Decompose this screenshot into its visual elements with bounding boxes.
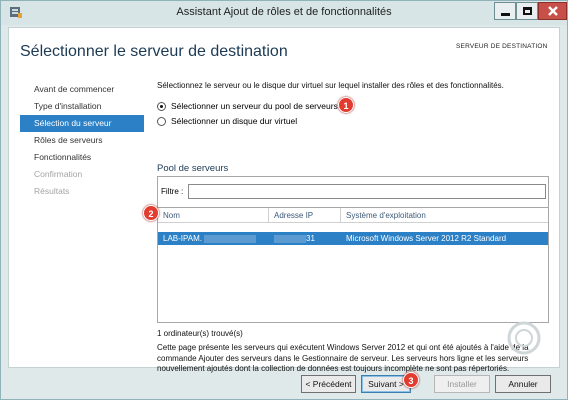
nav-item-installation-type[interactable]: Type d'installation (20, 98, 144, 115)
callout-marker-3: 3 (403, 372, 419, 388)
row-name-cell: LAB-IPAM. (158, 232, 269, 245)
radio-server-pool-label: Sélectionner un serveur du pool de serve… (171, 101, 338, 111)
row-ip: 31 (306, 234, 315, 243)
radio-button-unchecked[interactable] (157, 116, 166, 126)
nav-item-results: Résultats (34, 186, 70, 196)
callout-marker-2: 2 (143, 205, 159, 221)
nav-item-confirmation: Confirmation (34, 169, 83, 179)
radio-button-checked[interactable] (157, 101, 166, 111)
callout-marker-1: 1 (338, 97, 354, 113)
nav-item-before-you-begin[interactable]: Avant de commencer (20, 81, 144, 98)
table-row[interactable]: LAB-IPAM. 31 Microsoft Windows Server 20… (158, 232, 548, 245)
redacted-text (203, 234, 256, 243)
column-operating-system[interactable]: Système d'exploitation (341, 208, 548, 222)
filter-row: Filtre : (161, 184, 547, 199)
server-grid-header: Nom Adresse IP Système d'exploitation (158, 207, 548, 223)
nav-item-server-roles[interactable]: Rôles de serveurs (20, 132, 144, 149)
destination-server-value (456, 53, 552, 62)
row-os: Microsoft Windows Server 2012 R2 Standar… (346, 234, 507, 243)
column-ip-address[interactable]: Adresse IP (269, 208, 341, 222)
row-ip-cell: 31 (269, 232, 341, 245)
radio-virtual-disk[interactable]: Sélectionner un disque dur virtuel (157, 116, 297, 126)
destination-server-label: SERVEUR DE DESTINATION (456, 43, 548, 50)
radio-virtual-disk-label: Sélectionner un disque dur virtuel (171, 116, 298, 126)
nav-item-server-selection[interactable]: Sélection du serveur (20, 115, 144, 132)
redacted-text (274, 234, 306, 243)
cancel-button[interactable]: Annuler (495, 375, 551, 393)
previous-button[interactable]: < Précédent (301, 375, 356, 393)
install-button: Installer (434, 375, 490, 393)
server-pool-heading: Pool de serveurs (157, 163, 229, 174)
wizard-window: Assistant Ajout de rôles et de fonctionn… (0, 0, 568, 400)
server-pool-panel: Filtre : Nom Adresse IP Système d'exploi… (157, 176, 549, 323)
radio-server-pool[interactable]: Sélectionner un serveur du pool de serve… (157, 101, 338, 111)
column-name[interactable]: Nom (158, 208, 269, 222)
found-count: 1 ordinateur(s) trouvé(s) (157, 329, 243, 338)
row-name: LAB-IPAM. (163, 234, 202, 243)
filter-label: Filtre : (161, 187, 184, 196)
maximize-icon (522, 7, 532, 15)
minimize-icon (500, 12, 510, 16)
close-button[interactable] (538, 2, 567, 20)
window-title: Assistant Ajout de rôles et de fonctionn… (176, 6, 392, 18)
maximize-button[interactable] (516, 2, 538, 20)
wizard-nav: Avant de commencer Type d'installation S… (20, 81, 144, 200)
minimize-button[interactable] (494, 2, 516, 20)
page-title: Sélectionner le serveur de destination (20, 43, 288, 60)
nav-item-features[interactable]: Fonctionnalités (20, 149, 144, 166)
close-icon (547, 6, 558, 16)
filter-input[interactable] (188, 184, 547, 199)
title-bar[interactable]: Assistant Ajout de rôles et de fonctionn… (1, 1, 567, 25)
description-text: Cette page présente les serveurs qui exé… (157, 343, 529, 374)
instruction-text: Sélectionnez le serveur ou le disque dur… (157, 81, 504, 90)
wizard-body: Sélectionner le serveur de destination S… (8, 27, 560, 373)
watermark-logo (507, 321, 541, 355)
